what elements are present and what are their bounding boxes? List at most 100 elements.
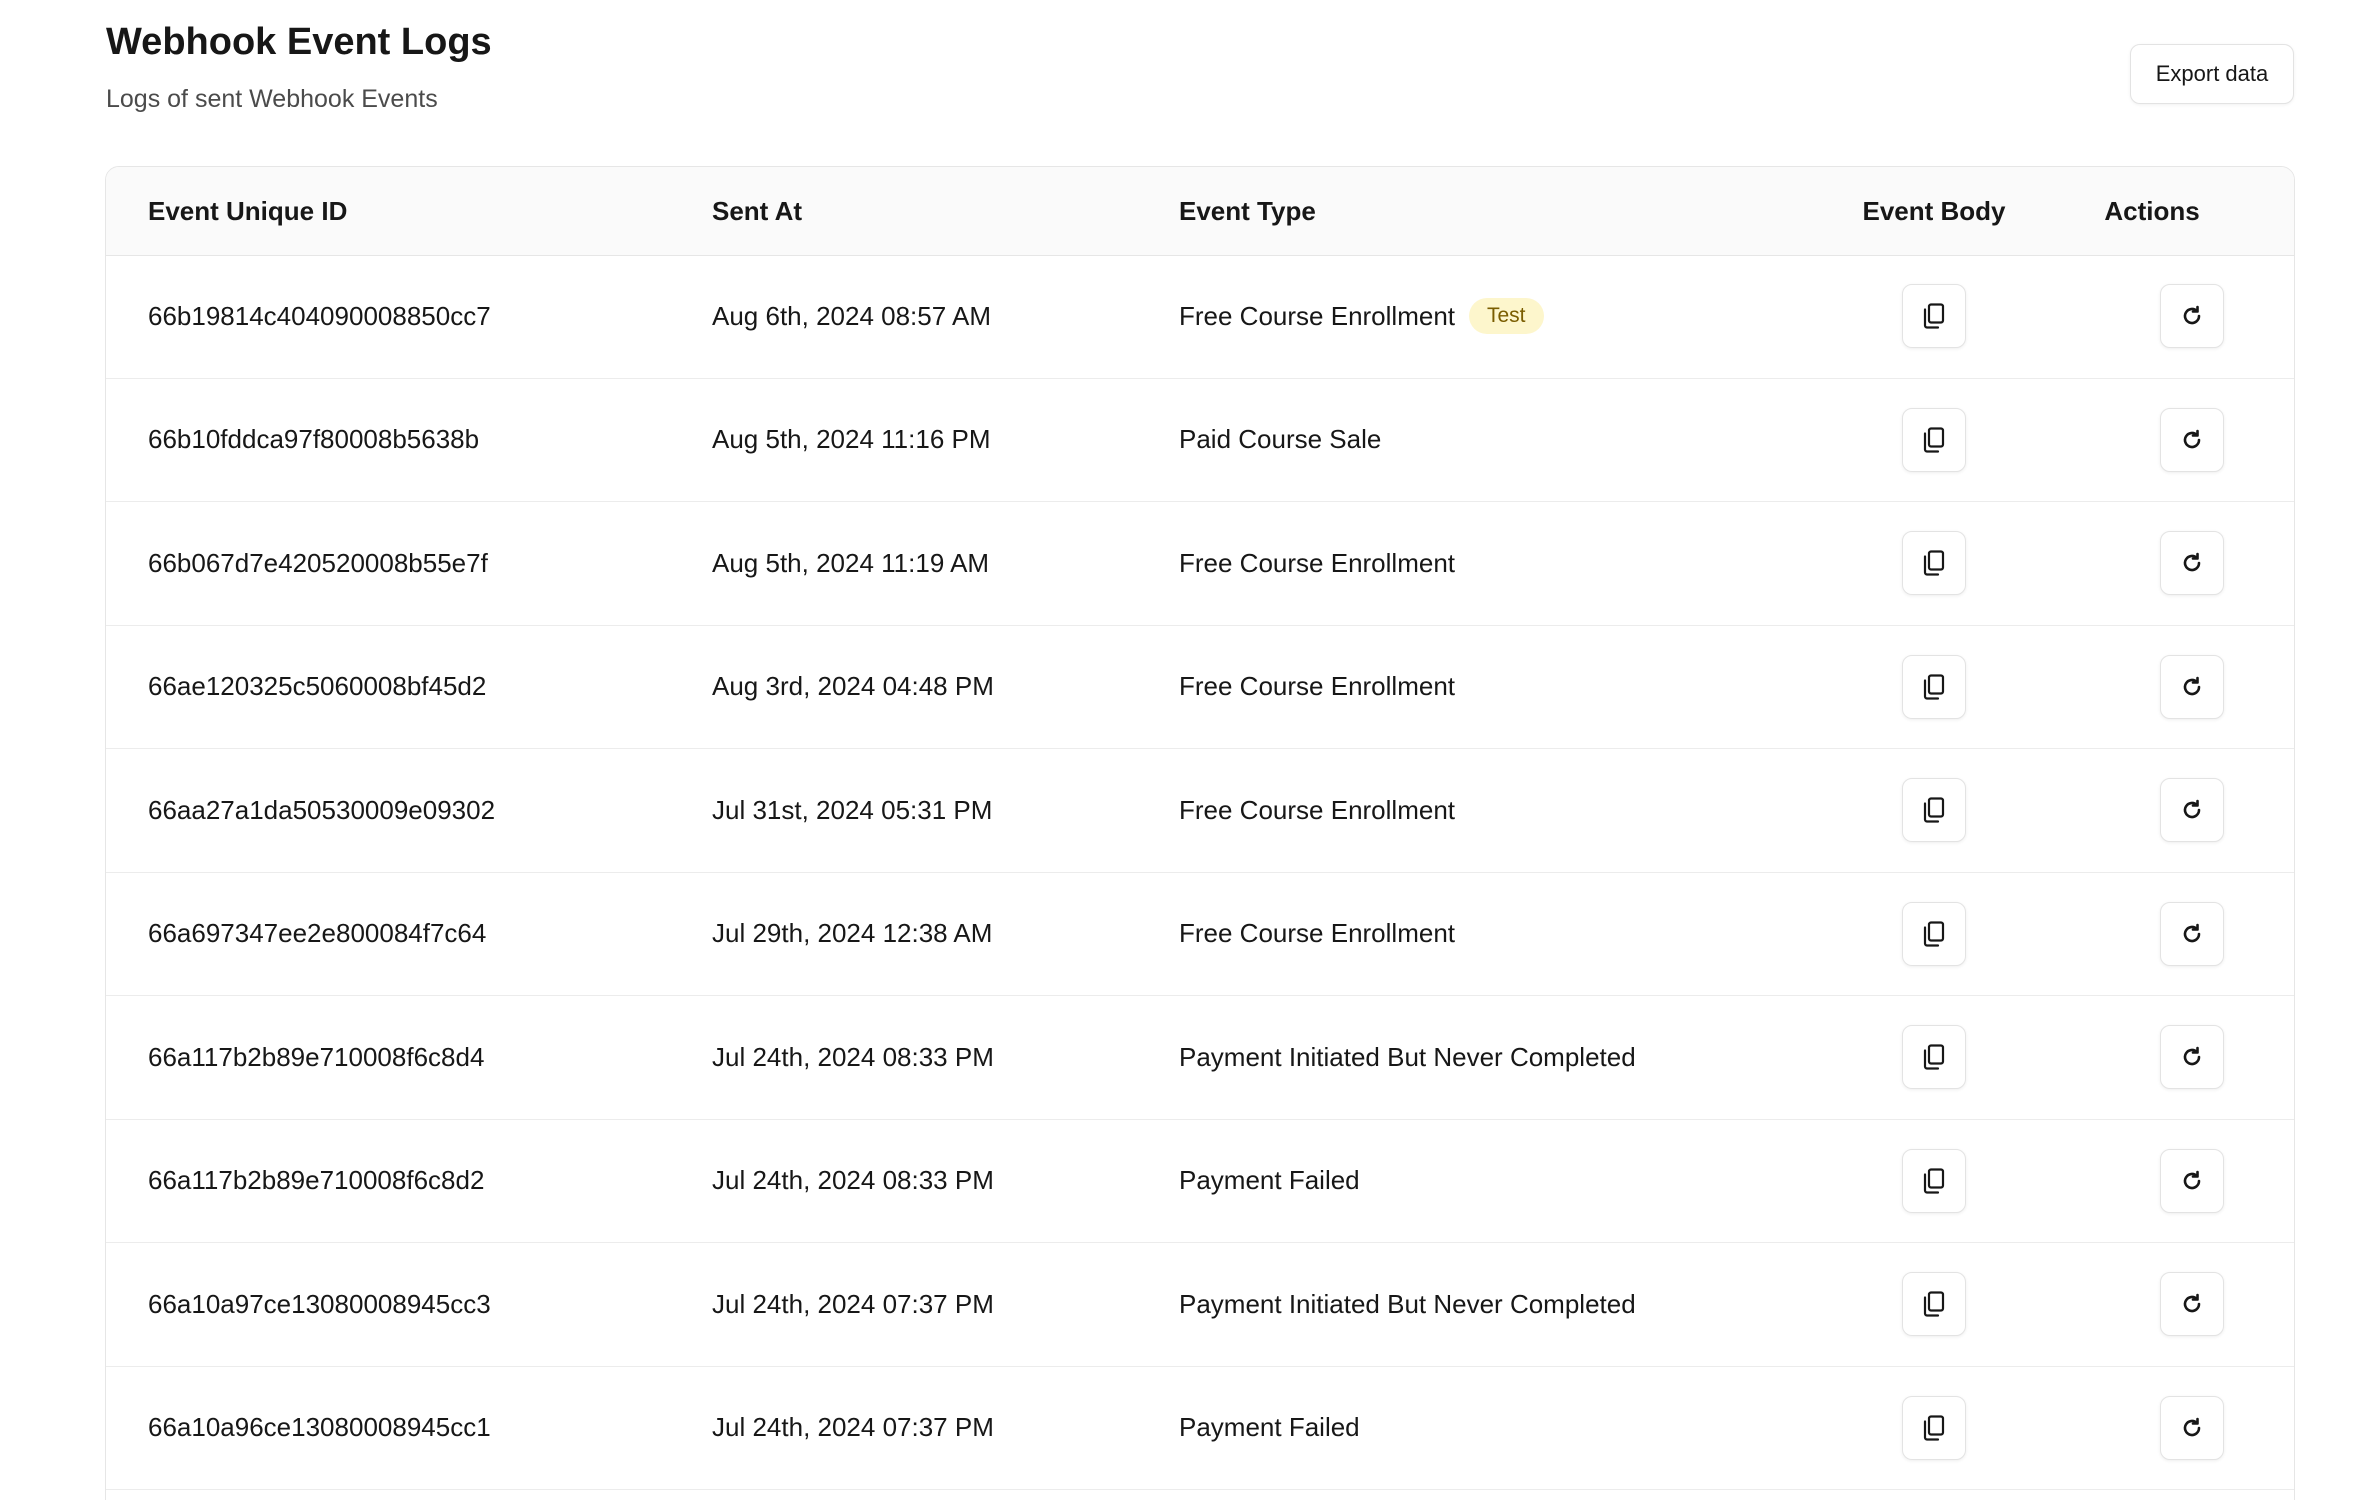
sent-at: Aug 5th, 2024 11:19 AM: [712, 547, 990, 578]
refresh-icon: [2183, 552, 2201, 572]
sent-at-cell: Jul 24th, 2024 08:33 PM: [712, 996, 1152, 1118]
column-header-sent-at: Sent At: [712, 196, 803, 226]
copy-event-body-button[interactable]: [1902, 778, 1966, 842]
export-data-button[interactable]: Export data: [2130, 44, 2294, 104]
table-row: 66a10a97ce13080008945cc3 Jul 24th, 2024 …: [106, 1243, 2294, 1367]
copy-event-body-button[interactable]: [1902, 1148, 1966, 1213]
event-type-cell: Payment Failed: [1179, 1367, 1819, 1489]
event-id: 66ae120325c5060008bf45d2: [148, 671, 487, 701]
table-row: 66b067d7e420520008b55e7f Aug 5th, 2024 1…: [106, 502, 2294, 626]
sent-at-cell: Jul 31st, 2024 05:31 PM: [712, 749, 1152, 871]
page-title: Webhook Event Logs: [106, 21, 492, 63]
resend-event-button[interactable]: [2160, 1395, 2224, 1460]
sent-at: Jul 24th, 2024 08:33 PM: [712, 1165, 994, 1195]
event-type-cell: Free Course Enrollment: [1179, 873, 1819, 995]
actions-cell: [2072, 996, 2294, 1118]
actions-cell: [2072, 1367, 2294, 1489]
copy-icon: [1923, 303, 1945, 329]
actions-cell: [2072, 1243, 2294, 1365]
event-body-cell: [1820, 626, 2048, 748]
event-id: 66a10a97ce13080008945cc3: [148, 1288, 491, 1319]
copy-icon: [1923, 920, 1945, 947]
event-body-cell: [1820, 1120, 2048, 1242]
event-type: Free Course Enrollment: [1179, 547, 1455, 578]
refresh-icon: [2183, 1170, 2201, 1189]
sent-at-cell: Jul 24th, 2024 07:37 PM: [712, 1243, 1152, 1365]
event-type: Free Course Enrollment: [1179, 918, 1455, 948]
event-id: 66b10fddca97f80008b5638b: [148, 424, 480, 454]
copy-event-body-button[interactable]: [1902, 531, 1966, 595]
copy-event-body-button[interactable]: [1902, 407, 1966, 472]
copy-icon: [1923, 673, 1945, 700]
copy-event-body-button[interactable]: [1902, 1272, 1966, 1336]
copy-event-body-button[interactable]: [1902, 1025, 1966, 1089]
event-id-cell: 66b19814c404090008850cc7: [148, 255, 688, 377]
event-type-cell: Free Course Enrollment: [1179, 626, 1819, 748]
event-id-cell: 66b067d7e420520008b55e7f: [148, 502, 688, 624]
sent-at-cell: Aug 5th, 2024 11:16 PM: [712, 379, 1152, 501]
copy-icon: [1923, 797, 1945, 823]
actions-cell: [2072, 379, 2294, 501]
actions-cell: [2072, 873, 2294, 995]
resend-event-button[interactable]: [2160, 1025, 2224, 1089]
event-type: Payment Failed: [1179, 1165, 1360, 1195]
refresh-icon: [2183, 923, 2201, 942]
actions-cell: [2072, 749, 2294, 871]
table-row: 66aa27a1da50530009e09302 Jul 31st, 2024 …: [106, 749, 2294, 873]
copy-icon: [1923, 1044, 1945, 1070]
resend-event-button[interactable]: [2160, 654, 2224, 719]
sent-at-cell: Jul 29th, 2024 12:38 AM: [712, 873, 1152, 995]
refresh-icon: [2183, 1417, 2201, 1436]
copy-event-body-button[interactable]: [1902, 1395, 1966, 1460]
event-type: Free Course Enrollment: [1179, 671, 1455, 701]
copy-event-body-button[interactable]: [1902, 901, 1966, 966]
event-id-cell: 66a10a96ce13080008945cc1: [148, 1367, 688, 1489]
event-id-cell: 66aa27a1da50530009e09302: [148, 749, 688, 871]
event-type-cell: Paid Course Sale: [1179, 379, 1819, 501]
resend-event-button[interactable]: [2160, 1272, 2224, 1336]
table-header: Event Unique ID Sent At Event Type Event…: [106, 167, 2294, 256]
event-body-cell: [1820, 379, 2048, 501]
event-body-cell: [1820, 873, 2048, 995]
column-header-event-body: Event Body: [1862, 196, 2006, 226]
refresh-icon: [2183, 676, 2201, 695]
copy-event-body-button[interactable]: [1902, 284, 1966, 348]
column-header-event-id: Event Unique ID: [148, 196, 348, 226]
resend-event-button[interactable]: [2160, 1148, 2224, 1213]
event-id: 66b19814c404090008850cc7: [148, 300, 491, 331]
actions-cell: [2072, 626, 2294, 748]
copy-icon: [1923, 1414, 1945, 1441]
resend-event-button[interactable]: [2160, 531, 2224, 595]
page-subtitle: Logs of sent Webhook Events: [106, 85, 438, 113]
copy-icon: [1923, 1291, 1945, 1317]
event-type-cell: Payment Initiated But Never Completed: [1179, 1243, 1819, 1365]
refresh-icon: [2183, 305, 2201, 325]
event-body-cell: [1820, 749, 2048, 871]
sent-at-cell: Aug 6th, 2024 08:57 AM: [712, 255, 1152, 377]
event-type: Payment Initiated But Never Completed: [1179, 1288, 1636, 1319]
resend-event-button[interactable]: [2160, 901, 2224, 966]
table-row: 66a10a96ce13080008945cc1 Jul 24th, 2024 …: [106, 1367, 2294, 1490]
sent-at-cell: Jul 24th, 2024 07:37 PM: [712, 1367, 1152, 1489]
resend-event-button[interactable]: [2160, 284, 2224, 348]
copy-event-body-button[interactable]: [1902, 654, 1966, 719]
event-type-cell: Free Course Enrollment: [1179, 749, 1819, 871]
table-row: 66b19814c404090008850cc7 Aug 6th, 2024 0…: [106, 255, 2294, 379]
sent-at: Jul 31st, 2024 05:31 PM: [712, 794, 993, 825]
event-id-cell: 66a117b2b89e710008f6c8d2: [148, 1120, 688, 1242]
event-id: 66a117b2b89e710008f6c8d4: [148, 1041, 485, 1072]
resend-event-button[interactable]: [2160, 778, 2224, 842]
sent-at: Jul 24th, 2024 08:33 PM: [712, 1041, 994, 1072]
event-body-cell: [1820, 1367, 2048, 1489]
event-type-cell: Free Course Enrollment Test: [1179, 255, 1819, 377]
actions-cell: [2072, 502, 2294, 624]
resend-event-button[interactable]: [2160, 407, 2224, 472]
table-row: 66a697347ee2e800084f7c64 Jul 29th, 2024 …: [106, 873, 2294, 996]
event-id-cell: 66b10fddca97f80008b5638b: [148, 379, 688, 501]
refresh-icon: [2183, 799, 2201, 819]
column-header-actions: Actions: [2104, 196, 2200, 226]
event-id-cell: 66a10a97ce13080008945cc3: [148, 1243, 688, 1365]
sent-at: Aug 6th, 2024 08:57 AM: [712, 300, 991, 331]
sent-at-cell: Jul 24th, 2024 08:33 PM: [712, 1120, 1152, 1242]
event-id: 66aa27a1da50530009e09302: [148, 794, 496, 825]
